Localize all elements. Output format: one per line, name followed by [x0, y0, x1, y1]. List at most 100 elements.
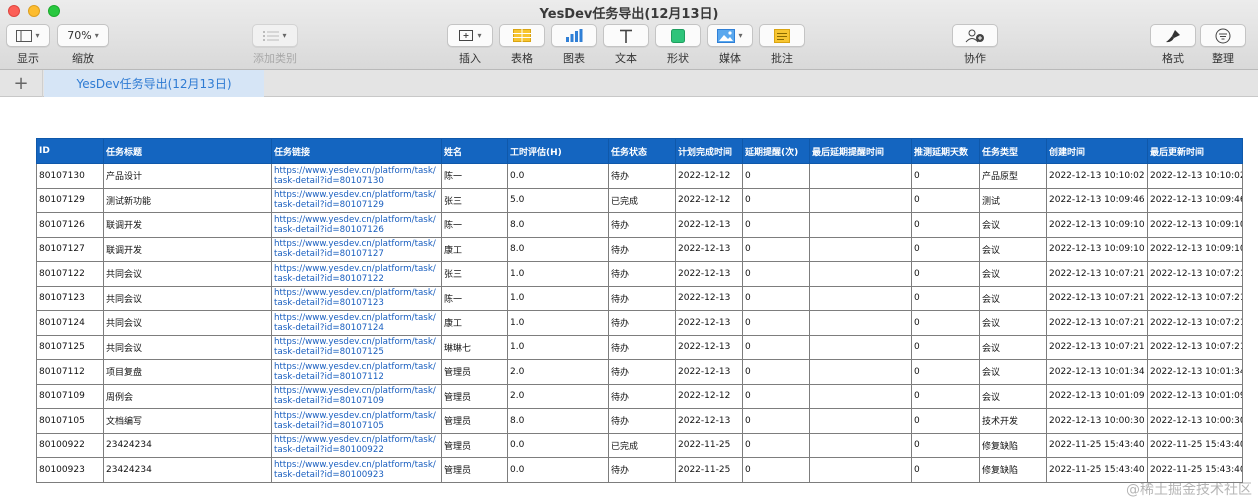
cell-hours[interactable]: 8.0 [507, 236, 609, 262]
cell-remind-count[interactable]: 0 [742, 383, 810, 409]
cell-delay-days[interactable]: 0 [911, 457, 980, 483]
task-link-text[interactable]: task-detail?id=80107129 [274, 200, 439, 210]
cell-task-type[interactable]: 会议 [979, 334, 1047, 360]
cell-due-date[interactable]: 2022-12-13 [675, 408, 743, 434]
cell-title[interactable]: 23424234 [103, 432, 272, 458]
cell-name[interactable]: 琳琳七 [441, 334, 508, 360]
add-sheet-button[interactable]: + [0, 70, 43, 97]
task-link-text[interactable]: https://www.yesdev.cn/platform/task/ [274, 337, 439, 347]
cell-name[interactable]: 管理员 [441, 457, 508, 483]
cell-remind-count[interactable]: 0 [742, 310, 810, 336]
cell-due-date[interactable]: 2022-12-13 [675, 261, 743, 287]
cell-link[interactable]: https://www.yesdev.cn/platform/task/task… [271, 236, 442, 262]
cell-updated[interactable]: 2022-12-13 10:09:10 [1147, 236, 1243, 262]
cell-delay-days[interactable]: 0 [911, 383, 980, 409]
cell-created[interactable]: 2022-12-13 10:07:21 [1046, 334, 1148, 360]
cell-title[interactable]: 共同会议 [103, 310, 272, 336]
cell-updated[interactable]: 2022-11-25 15:43:40 [1147, 432, 1243, 458]
column-header[interactable]: 任务类型 [979, 138, 1047, 164]
task-link-text[interactable]: task-detail?id=80107105 [274, 421, 439, 431]
cell-status[interactable]: 已完成 [608, 187, 676, 213]
cell-task-type[interactable]: 修复缺陷 [979, 457, 1047, 483]
cell-hours[interactable]: 1.0 [507, 310, 609, 336]
zoom-select[interactable]: 70% ▾ [57, 24, 109, 47]
cell-status[interactable]: 待办 [608, 359, 676, 385]
cell-id[interactable]: 80100922 [36, 432, 104, 458]
cell-link[interactable]: https://www.yesdev.cn/platform/task/task… [271, 187, 442, 213]
column-header[interactable]: 推测延期天数 [911, 138, 980, 164]
cell-delay-days[interactable]: 0 [911, 236, 980, 262]
column-header[interactable]: 任务状态 [608, 138, 676, 164]
cell-hours[interactable]: 0.0 [507, 457, 609, 483]
cell-remind-count[interactable]: 0 [742, 261, 810, 287]
cell-due-date[interactable]: 2022-12-13 [675, 236, 743, 262]
table-row[interactable]: 80100922 23424234 https://www.yesdev.cn/pl… [36, 432, 1243, 458]
insert-button[interactable]: ▾ [447, 24, 493, 47]
cell-remind-count[interactable]: 0 [742, 334, 810, 360]
cell-remind-count[interactable]: 0 [742, 457, 810, 483]
cell-remind-count[interactable]: 0 [742, 212, 810, 238]
cell-updated[interactable]: 2022-12-13 10:07:21 [1147, 285, 1243, 311]
cell-link[interactable]: https://www.yesdev.cn/platform/task/task… [271, 163, 442, 189]
cell-name[interactable]: 管理员 [441, 408, 508, 434]
cell-task-type[interactable]: 会议 [979, 383, 1047, 409]
cell-status[interactable]: 待办 [608, 310, 676, 336]
task-link-text[interactable]: https://www.yesdev.cn/platform/task/ [274, 411, 439, 421]
cell-hours[interactable]: 0.0 [507, 163, 609, 189]
cell-last-remind[interactable] [809, 334, 912, 360]
cell-id[interactable]: 80107129 [36, 187, 104, 213]
cell-last-remind[interactable] [809, 383, 912, 409]
cell-hours[interactable]: 0.0 [507, 432, 609, 458]
cell-due-date[interactable]: 2022-12-12 [675, 187, 743, 213]
cell-last-remind[interactable] [809, 285, 912, 311]
cell-status[interactable]: 已完成 [608, 432, 676, 458]
table-row[interactable]: 80107130 产品设计 https://www.yesdev.cn/platfo… [36, 163, 1243, 189]
cell-delay-days[interactable]: 0 [911, 432, 980, 458]
cell-title[interactable]: 项目复盘 [103, 359, 272, 385]
cell-created[interactable]: 2022-12-13 10:09:10 [1046, 212, 1148, 238]
cell-link[interactable]: https://www.yesdev.cn/platform/task/task… [271, 408, 442, 434]
cell-status[interactable]: 待办 [608, 163, 676, 189]
cell-updated[interactable]: 2022-12-13 10:09:46 [1147, 187, 1243, 213]
cell-task-type[interactable]: 会议 [979, 212, 1047, 238]
task-link-text[interactable]: https://www.yesdev.cn/platform/task/ [274, 362, 439, 372]
cell-created[interactable]: 2022-12-13 10:00:30 [1046, 408, 1148, 434]
cell-id[interactable]: 80107124 [36, 310, 104, 336]
cell-task-type[interactable]: 会议 [979, 261, 1047, 287]
cell-link[interactable]: https://www.yesdev.cn/platform/task/task… [271, 334, 442, 360]
cell-created[interactable]: 2022-12-13 10:01:09 [1046, 383, 1148, 409]
cell-created[interactable]: 2022-12-13 10:07:21 [1046, 285, 1148, 311]
cell-delay-days[interactable]: 0 [911, 187, 980, 213]
cell-updated[interactable]: 2022-12-13 10:01:09 [1147, 383, 1243, 409]
cell-created[interactable]: 2022-12-13 10:09:10 [1046, 236, 1148, 262]
column-header[interactable]: 最后延期提醒时间 [809, 138, 912, 164]
cell-task-type[interactable]: 会议 [979, 359, 1047, 385]
collaborate-button[interactable] [952, 24, 998, 47]
cell-due-date[interactable]: 2022-12-12 [675, 383, 743, 409]
cell-title[interactable]: 周例会 [103, 383, 272, 409]
cell-created[interactable]: 2022-12-13 10:07:21 [1046, 310, 1148, 336]
task-link-text[interactable]: task-detail?id=80107112 [274, 372, 439, 382]
cell-updated[interactable]: 2022-12-13 10:09:10 [1147, 212, 1243, 238]
cell-due-date[interactable]: 2022-12-12 [675, 163, 743, 189]
cell-due-date[interactable]: 2022-12-13 [675, 285, 743, 311]
table-row[interactable]: 80100923 23424234 https://www.yesdev.cn/pl… [36, 457, 1243, 483]
cell-id[interactable]: 80100923 [36, 457, 104, 483]
cell-created[interactable]: 2022-12-13 10:07:21 [1046, 261, 1148, 287]
column-header[interactable]: 计划完成时间 [675, 138, 743, 164]
cell-name[interactable]: 康工 [441, 310, 508, 336]
cell-remind-count[interactable]: 0 [742, 359, 810, 385]
cell-title[interactable]: 共同会议 [103, 334, 272, 360]
task-link-text[interactable]: https://www.yesdev.cn/platform/task/ [274, 166, 439, 176]
cell-name[interactable]: 陈一 [441, 163, 508, 189]
task-link-text[interactable]: https://www.yesdev.cn/platform/task/ [274, 264, 439, 274]
task-link-text[interactable]: task-detail?id=80107127 [274, 249, 439, 259]
cell-hours[interactable]: 8.0 [507, 408, 609, 434]
cell-name[interactable]: 陈一 [441, 285, 508, 311]
column-header[interactable]: 任务链接 [271, 138, 442, 164]
cell-status[interactable]: 待办 [608, 457, 676, 483]
cell-title[interactable]: 文档编写 [103, 408, 272, 434]
cell-status[interactable]: 待办 [608, 383, 676, 409]
cell-title[interactable]: 联调开发 [103, 212, 272, 238]
task-link-text[interactable]: task-detail?id=80100923 [274, 470, 439, 480]
